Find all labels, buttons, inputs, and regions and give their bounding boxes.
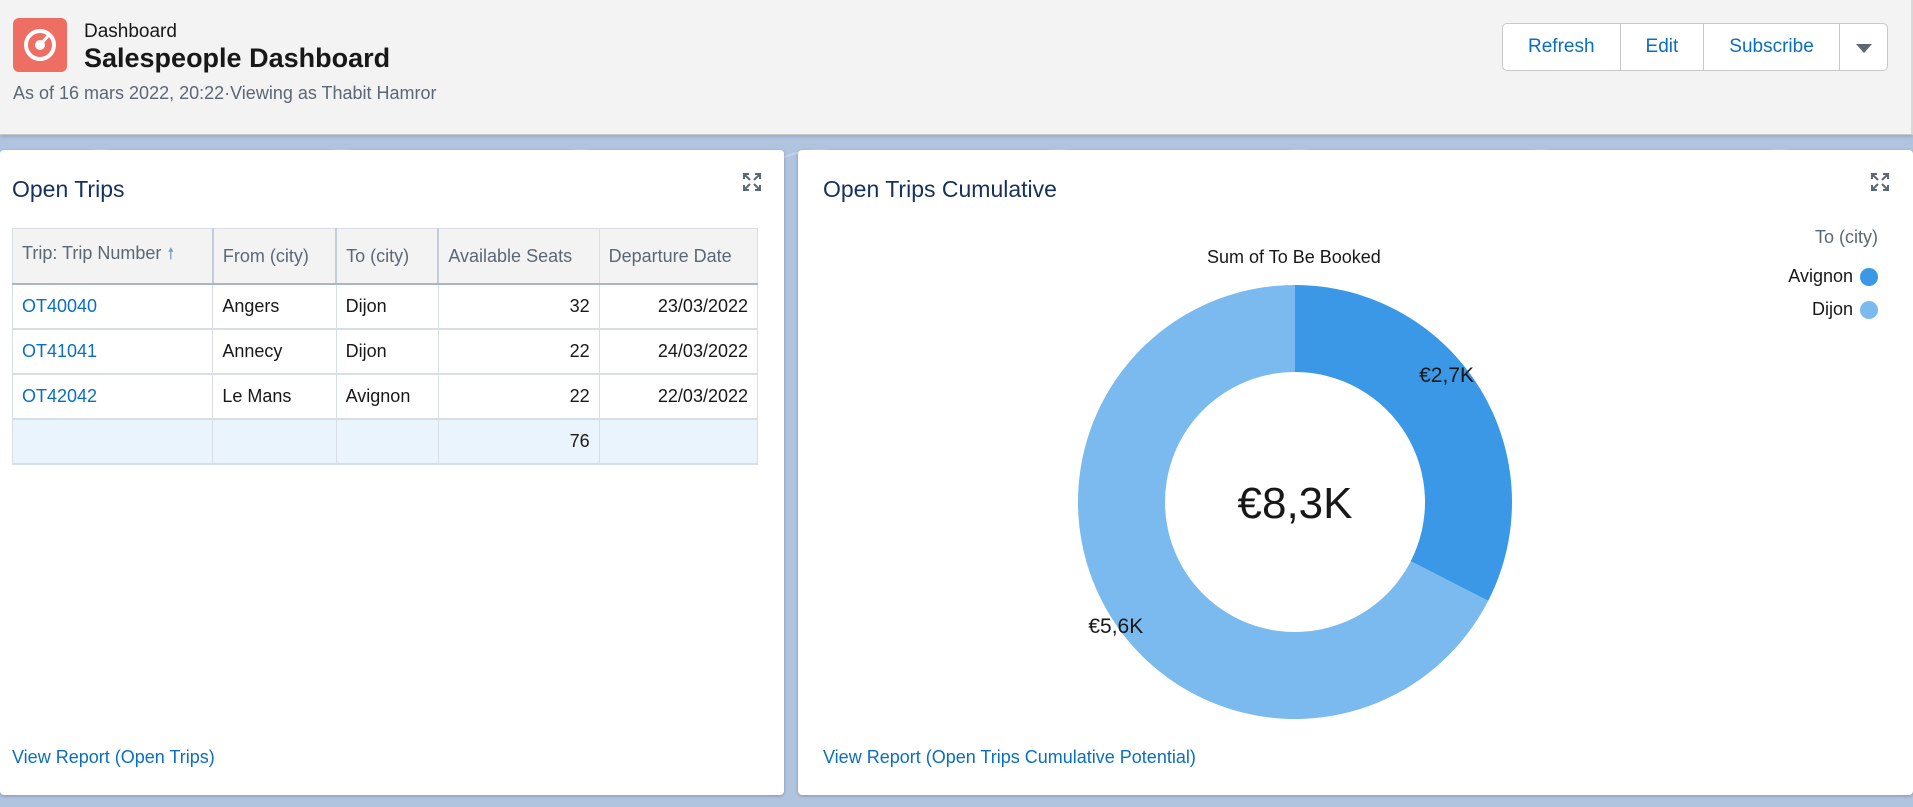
table-row: OT41041 Annecy Dijon 22 24/03/2022 [11, 328, 759, 375]
available-seats-cell: 32 [437, 283, 600, 330]
total-available-seats: 76 [437, 418, 600, 465]
available-seats-cell: 22 [437, 373, 600, 420]
total-empty-cell [598, 418, 759, 465]
departure-date-cell: 23/03/2022 [598, 283, 759, 330]
column-header-from-city[interactable]: From (city) [211, 228, 337, 285]
slice-value-label: €5,6K [1088, 615, 1143, 638]
open-trips-cumulative-title: Open Trips Cumulative [823, 176, 1057, 202]
expand-icon[interactable] [743, 173, 761, 191]
sort-ascending-icon: 🠕 [167, 245, 175, 263]
dashboard-header: Dashboard Salespeople Dashboard As of 16… [0, 0, 1913, 135]
departure-date-cell: 24/03/2022 [598, 328, 759, 375]
total-empty-cell [335, 418, 439, 465]
table-row: OT42042 Le Mans Avignon 22 22/03/2022 [11, 373, 759, 420]
total-empty-cell [11, 418, 214, 465]
refresh-button[interactable]: Refresh [1503, 24, 1621, 70]
open-trips-table: Trip: Trip Number 🠕 From (city) To (city)… [11, 228, 759, 465]
legend-item-dijon[interactable]: Dijon [1812, 299, 1853, 320]
trip-number-link[interactable]: OT40040 [11, 283, 214, 330]
dashboard-gauge-icon [13, 18, 67, 72]
from-city-cell: Angers [212, 283, 337, 330]
column-header-trip-number[interactable]: Trip: Trip Number 🠕 [11, 228, 214, 285]
total-empty-cell [212, 418, 337, 465]
column-header-to-city[interactable]: To (city) [335, 228, 439, 285]
expand-icon[interactable] [1871, 173, 1889, 191]
from-city-cell: Annecy [212, 328, 337, 375]
from-city-cell: Le Mans [212, 373, 337, 420]
more-actions-chevron-down-icon[interactable] [1840, 24, 1887, 70]
table-row: OT40040 Angers Dijon 32 23/03/2022 [11, 283, 759, 330]
column-header-departure-date[interactable]: Departure Date [598, 228, 759, 285]
subscribe-button[interactable]: Subscribe [1704, 24, 1840, 70]
donut-chart: €2,7K €5,6K €8,3K [1078, 285, 1512, 719]
dashboard-subtitle: As of 16 mars 2022, 20:22·Viewing as Tha… [13, 83, 437, 103]
donut-slice-avignon[interactable] [1295, 285, 1512, 601]
edit-button[interactable]: Edit [1621, 24, 1705, 70]
header-button-group: Refresh Edit Subscribe [1502, 23, 1888, 71]
to-city-cell: Dijon [335, 328, 439, 375]
page-title: Salespeople Dashboard [84, 43, 391, 73]
departure-date-cell: 22/03/2022 [598, 373, 759, 420]
slice-value-label: €2,7K [1419, 364, 1474, 387]
view-report-open-trips-link[interactable]: View Report (Open Trips) [12, 747, 215, 768]
table-total-row: 76 [11, 418, 759, 465]
trip-number-link[interactable]: OT41041 [11, 328, 214, 375]
legend-title: To (city) [1815, 227, 1878, 247]
available-seats-cell: 22 [437, 328, 600, 375]
to-city-cell: Avignon [335, 373, 439, 420]
column-header-available-seats[interactable]: Available Seats [437, 228, 600, 285]
object-type-label: Dashboard [84, 21, 177, 42]
legend-color-swatch [1860, 301, 1878, 319]
legend-item-avignon[interactable]: Avignon [1788, 266, 1853, 287]
trip-number-link[interactable]: OT42042 [11, 373, 214, 420]
chart-title: Sum of To Be Booked [1207, 247, 1381, 267]
to-city-cell: Dijon [335, 283, 439, 330]
view-report-cumulative-link[interactable]: View Report (Open Trips Cumulative Poten… [823, 747, 1196, 768]
legend-color-swatch [1860, 268, 1878, 286]
open-trips-title: Open Trips [12, 176, 125, 202]
donut-center-total: €8,3K [1238, 479, 1353, 528]
